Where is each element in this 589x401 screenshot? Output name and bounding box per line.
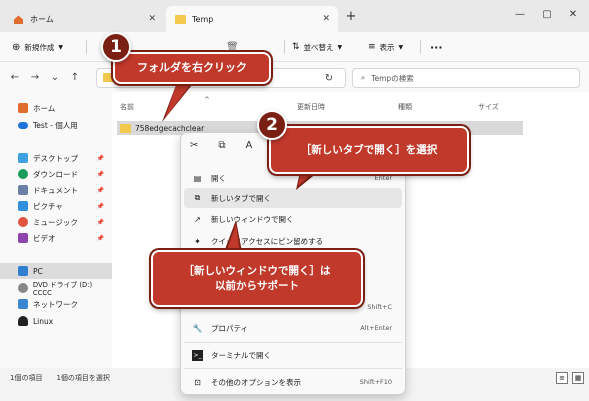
callout-note: ［新しいウィンドウで開く］は 以前からサポート (151, 250, 363, 307)
callout-step1-text: フォルダを右クリック (137, 60, 247, 74)
callout-step2: ［新しいタブで開く］を選択 (269, 126, 469, 174)
callout-step1: フォルダを右クリック (113, 52, 271, 84)
step-2-badge: 2 (257, 110, 287, 140)
step-1-badge: 1 (101, 32, 131, 62)
callout-note-text: ［新しいウィンドウで開く］は 以前からサポート (183, 265, 331, 292)
callout-pointers (162, 80, 318, 253)
callout-step2-text: ［新しいタブで開く］を選択 (300, 143, 438, 156)
